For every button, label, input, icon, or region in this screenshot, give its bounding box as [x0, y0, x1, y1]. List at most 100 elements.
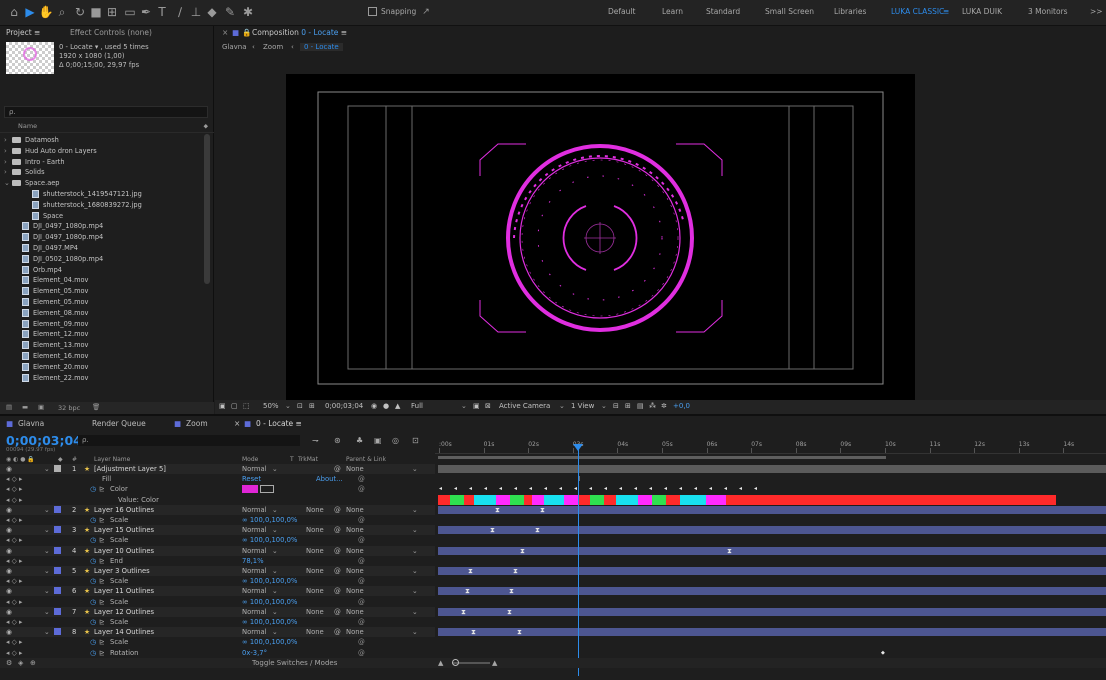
property-track[interactable]: ◂ ◂ ◂ ◂ ◂ ◂ ◂ ◂ ◂ ◂ ◂ ◂ ◂ ◂ ◂ ◂ ◂ ◂ ◂ ◂ ◂ ◂ [435, 484, 1106, 494]
graph-editor-icon[interactable]: ⊡ [412, 436, 419, 445]
keyframe-marker[interactable]: ◂ [649, 485, 652, 493]
layer-row[interactable]: ◉ ⌄ 7 ★ Layer 12 Outlines Normal ⌄ None @ None ⌄ [0, 606, 435, 617]
property-row[interactable]: ◂ ◇ ▸ ◷ ⊵ Scale ∞ 100,0,100,0% @ [0, 576, 435, 586]
chevron-down-icon[interactable]: ⌄ [44, 607, 50, 617]
color-swatch[interactable] [242, 485, 258, 494]
parent-dropdown-icon[interactable]: ⌄ [412, 586, 418, 596]
camera-select[interactable]: Active Camera [499, 402, 550, 410]
project-item[interactable]: Element_12.mov [14, 329, 88, 340]
breadcrumb-locate[interactable]: 0 - Locate [300, 43, 343, 51]
keyframe-marker[interactable]: ◂ [454, 485, 457, 493]
trkmat-select[interactable]: None [306, 586, 324, 596]
keyframe-marker[interactable]: ◂ [559, 485, 562, 493]
property-value[interactable]: 78,1% [242, 556, 264, 566]
stopwatch-icon[interactable]: ◷ [90, 556, 96, 566]
expression-pickwhip-icon[interactable]: @ [358, 648, 365, 658]
stopwatch-icon[interactable]: ◷ [90, 484, 96, 494]
layer-row[interactable]: ◉ ⌄ 1 ★ [Adjustment Layer 5] Normal ⌄ @ None ⌄ [0, 464, 435, 474]
property-value[interactable]: Reset [242, 474, 261, 484]
layer-name[interactable]: Layer 11 Outlines [94, 586, 154, 596]
trkmat-select[interactable]: None [306, 607, 324, 617]
close-tab-icon[interactable]: × [222, 28, 228, 37]
expression-pickwhip-icon[interactable]: @ [358, 637, 365, 647]
layer-duration-bar[interactable] [435, 464, 1106, 474]
name-column-header[interactable]: Name ⬥ [0, 121, 214, 133]
timeline-tab-render-queue[interactable]: Render Queue [92, 419, 146, 428]
keyframe-marker[interactable]: ◂ [754, 485, 757, 493]
clone-stamp-tool-icon[interactable]: ⊥ [188, 4, 204, 20]
layer-switches-icon[interactable]: ⚙ [6, 659, 12, 667]
blend-mode-dropdown-icon[interactable]: ⌄ [272, 607, 278, 617]
layer-bar[interactable] [438, 567, 1106, 575]
fit-icon[interactable]: ⊡ [297, 402, 303, 410]
pickwhip-icon[interactable]: @ [334, 607, 341, 617]
layer-duration-bar[interactable]: ⧗ ⧗ [435, 627, 1106, 637]
keyframe-marker[interactable]: ⧗ [465, 587, 470, 595]
trkmat-select[interactable]: None [306, 505, 324, 515]
layer-row[interactable]: ◉ ⌄ 3 ★ Layer 15 Outlines Normal ⌄ None @ None ⌄ [0, 525, 435, 536]
project-item[interactable]: shutterstock_1419547121.jpg [24, 189, 142, 200]
home-icon[interactable]: ⌂ [6, 4, 22, 20]
pickwhip-icon[interactable]: @ [334, 546, 341, 556]
property-value[interactable]: ∞ 100,0,100,0% [242, 637, 297, 647]
rectangle-tool-icon[interactable]: ▭ [122, 4, 138, 20]
parent-dropdown-icon[interactable]: ⌄ [412, 627, 418, 637]
layer-bar[interactable] [438, 465, 1106, 473]
project-item[interactable]: DJI_0497_1080p.mp4 [14, 221, 103, 232]
project-item[interactable]: Element_13.mov [14, 340, 88, 351]
stopwatch-icon[interactable]: ◷ [90, 535, 96, 545]
keyframe-marker[interactable]: ⧗ [513, 567, 518, 575]
project-item[interactable]: DJI_0502_1080p.mp4 [14, 254, 103, 265]
layer-duration-bar[interactable]: ⧗ ⧗ [435, 546, 1106, 556]
graph-icon[interactable]: ⊵ [99, 597, 105, 607]
property-row[interactable]: ◂ ◇ ▸ ◷ ⊵ Scale ∞ 100,0,100,0% @ [0, 637, 435, 647]
zoom-select[interactable]: 50% [263, 402, 279, 410]
layer-bar[interactable] [438, 546, 1106, 555]
expression-pickwhip-icon[interactable]: @ [358, 576, 365, 586]
graph-icon[interactable]: ⊵ [99, 515, 105, 525]
eye-icon[interactable]: ◉ [6, 525, 12, 535]
blend-mode-dropdown-icon[interactable]: ⌄ [272, 464, 278, 474]
blend-mode-select[interactable]: Normal [242, 525, 267, 535]
layer-row[interactable]: ◉ ⌄ 5 ★ Layer 3 Outlines Normal ⌄ None @ None ⌄ [0, 566, 435, 576]
layer-name-header[interactable]: Layer Name [94, 456, 130, 463]
views-dropdown-icon[interactable]: ⌄ [601, 402, 607, 410]
workspace-menu-icon[interactable]: ≡ [943, 7, 949, 16]
workspace-learn[interactable]: Learn [662, 7, 683, 16]
property-row[interactable]: ◂ ◇ ▸ ◷ ⊵ Scale ∞ 100,0,100,0% @ [0, 515, 435, 525]
timeline-tab-glavna[interactable]: Glavna [18, 419, 44, 428]
blend-mode-select[interactable]: Normal [242, 464, 267, 474]
breadcrumb-zoom[interactable]: Zoom [263, 43, 283, 51]
breadcrumb-glavna[interactable]: Glavna [222, 43, 247, 51]
property-track[interactable]: I [435, 474, 1106, 484]
layer-label-color[interactable] [54, 587, 61, 595]
keyframe-marker[interactable]: ⧗ [540, 506, 545, 514]
blend-mode-select[interactable]: Normal [242, 505, 267, 515]
blend-mode-dropdown-icon[interactable]: ⌄ [272, 505, 278, 515]
toggle-pixel-aspect-icon[interactable]: ⊟ [613, 402, 619, 410]
parent-select[interactable]: None [346, 586, 364, 596]
blend-mode-select[interactable]: Normal [242, 586, 267, 596]
region-of-interest-icon[interactable]: ⬚ [243, 402, 250, 410]
color-management-icon[interactable]: ▲ [395, 402, 400, 410]
project-item[interactable]: Element_20.mov [14, 362, 88, 373]
stopwatch-icon[interactable]: ◷ [90, 617, 96, 627]
layer-name[interactable]: [Adjustment Layer 5] [94, 464, 166, 474]
parent-select[interactable]: None [346, 525, 364, 535]
project-item[interactable]: Element_04.mov [14, 275, 88, 286]
project-item[interactable]: Orb.mp4 [14, 265, 62, 276]
keyframe-navigator-icon[interactable]: ◂ ◇ ▸ [6, 495, 22, 505]
layer-name[interactable]: Layer 3 Outlines [94, 566, 150, 576]
keyframe-marker[interactable]: ⧗ [535, 526, 540, 534]
project-item[interactable]: shutterstock_1680839272.jpg [24, 200, 142, 211]
new-comp-icon[interactable]: ▣ [38, 403, 44, 411]
in-out-icon[interactable]: ⊕ [30, 659, 36, 667]
layer-label-color[interactable] [54, 505, 61, 513]
keyframe-marker[interactable]: ◂ [604, 485, 607, 493]
chevron-down-icon[interactable]: ⌄ [44, 627, 50, 637]
property-value[interactable]: ∞ 100,0,100,0% [242, 535, 297, 545]
layer-label-color[interactable] [54, 546, 61, 554]
property-track[interactable] [435, 597, 1106, 607]
snapshot-icon[interactable]: ◉ [371, 402, 377, 410]
transparency-grid-icon[interactable]: ▣ [473, 402, 480, 410]
